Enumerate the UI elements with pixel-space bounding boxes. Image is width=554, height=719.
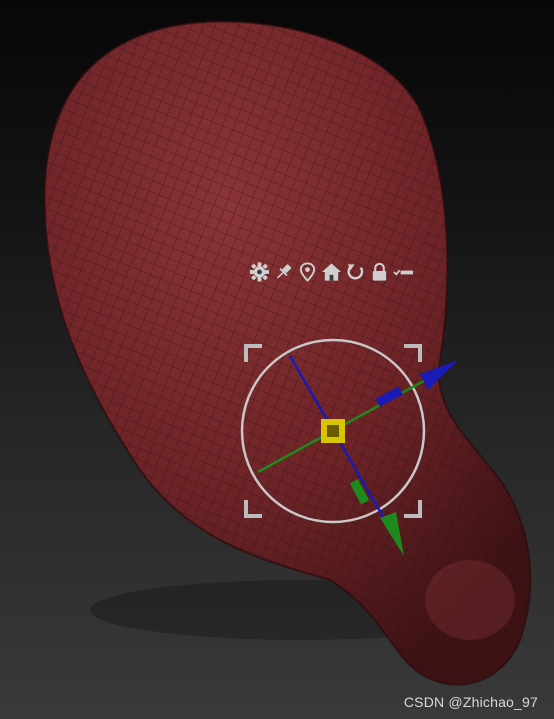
- pin-icon[interactable]: [273, 261, 294, 283]
- 3d-scene[interactable]: [0, 0, 554, 719]
- gizmo-toolbar: [249, 260, 414, 284]
- lock-icon[interactable]: [369, 261, 390, 283]
- mask-toggle-icon[interactable]: [393, 261, 414, 283]
- home-icon[interactable]: [321, 261, 342, 283]
- location-pin-icon[interactable]: [297, 261, 318, 283]
- reset-rotate-icon[interactable]: [345, 261, 366, 283]
- gear-icon[interactable]: [249, 261, 270, 283]
- gizmo-center-inner: [327, 425, 339, 437]
- watermark-text: CSDN @Zhichao_97: [403, 694, 538, 710]
- zbrush-viewport[interactable]: CSDN @Zhichao_97: [0, 0, 554, 719]
